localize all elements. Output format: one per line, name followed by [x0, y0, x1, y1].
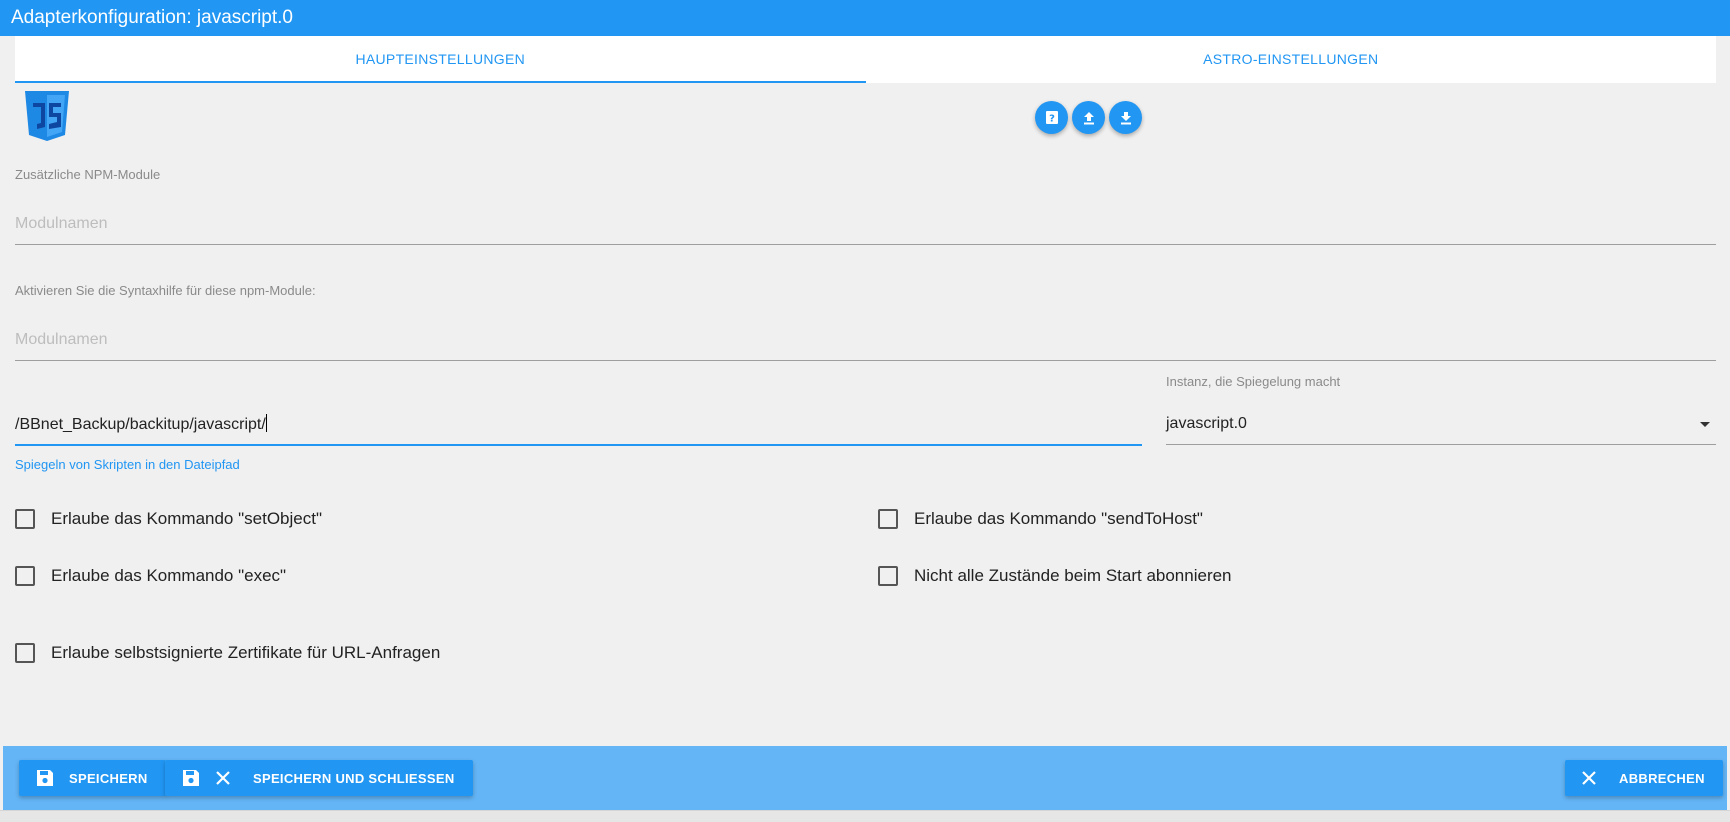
send-to-host-label: Erlaube das Kommando "sendToHost" [914, 509, 1203, 528]
upload-config-button[interactable] [1072, 101, 1105, 134]
help-icon: ? [1045, 110, 1058, 124]
checkbox-row-send-to-host[interactable]: Erlaube das Kommando "sendToHost" [878, 509, 1203, 529]
syntax-help-placeholder: Modulnamen [15, 331, 108, 348]
self-signed-checkbox[interactable] [15, 643, 35, 663]
save-icon [183, 770, 199, 786]
dropdown-arrow-icon [1700, 422, 1710, 427]
javascript-logo-icon [25, 91, 69, 141]
set-object-checkbox[interactable] [15, 509, 35, 529]
self-signed-label: Erlaube selbstsignierte Zertifikate für … [51, 643, 441, 662]
set-object-label: Erlaube das Kommando "setObject" [51, 509, 322, 528]
mirror-path-value: /BBnet_Backup/backitup/javascript/ [15, 416, 266, 433]
mirror-instance-select[interactable]: javascript.0 [1166, 409, 1716, 445]
checkbox-row-no-subscribe[interactable]: Nicht alle Zustände beim Start abonniere… [878, 566, 1232, 586]
tab-astro-settings[interactable]: ASTRO-EINSTELLUNGEN [866, 36, 1717, 83]
svg-text:?: ? [1049, 113, 1055, 124]
save-button-label: SPEICHERN [69, 770, 148, 786]
close-icon [1582, 771, 1596, 785]
bottom-strip [0, 810, 1730, 822]
save-and-close-button[interactable]: SPEICHERN UND SCHLIESSEN [165, 760, 473, 796]
exec-label: Erlaube das Kommando "exec" [51, 566, 287, 585]
window-title: Adapterkonfiguration: javascript.0 [0, 0, 1730, 36]
mirror-path-input[interactable]: /BBnet_Backup/backitup/javascript/ [15, 410, 1142, 446]
config-action-buttons: ? [1035, 101, 1142, 134]
npm-modules-placeholder: Modulnamen [15, 215, 108, 232]
npm-modules-input[interactable]: Modulnamen [15, 209, 1716, 245]
download-config-button[interactable] [1109, 101, 1142, 134]
checkbox-row-set-object[interactable]: Erlaube das Kommando "setObject" [15, 509, 322, 529]
checkbox-row-exec[interactable]: Erlaube das Kommando "exec" [15, 566, 286, 586]
syntax-help-input[interactable]: Modulnamen [15, 325, 1716, 361]
save-icon [37, 770, 53, 786]
download-icon [1120, 111, 1131, 124]
no-subscribe-label: Nicht alle Zustände beim Start abonniere… [914, 566, 1232, 585]
exec-checkbox[interactable] [15, 566, 35, 586]
cancel-button[interactable]: ABBRECHEN [1565, 760, 1723, 796]
mirror-path-helper: Spiegeln von Skripten in den Dateipfad [15, 457, 240, 472]
save-button[interactable]: SPEICHERN [19, 760, 166, 796]
send-to-host-checkbox[interactable] [878, 509, 898, 529]
syntax-help-label: Aktivieren Sie die Syntaxhilfe für diese… [15, 283, 316, 298]
tab-bar: HAUPTEINSTELLUNGEN ASTRO-EINSTELLUNGEN [15, 36, 1716, 83]
text-cursor [265, 414, 267, 432]
checkbox-row-self-signed[interactable]: Erlaube selbstsignierte Zertifikate für … [15, 643, 440, 663]
save-and-close-label: SPEICHERN UND SCHLIESSEN [253, 770, 455, 786]
mirror-instance-label: Instanz, die Spiegelung macht [1166, 374, 1341, 389]
help-button[interactable]: ? [1035, 101, 1068, 134]
no-subscribe-checkbox[interactable] [878, 566, 898, 586]
mirror-instance-value: javascript.0 [1166, 415, 1247, 432]
upload-icon [1083, 111, 1094, 124]
close-icon [216, 771, 230, 785]
npm-modules-label: Zusätzliche NPM-Module [15, 167, 161, 182]
cancel-button-label: ABBRECHEN [1619, 770, 1705, 786]
tab-main-settings[interactable]: HAUPTEINSTELLUNGEN [15, 36, 866, 83]
